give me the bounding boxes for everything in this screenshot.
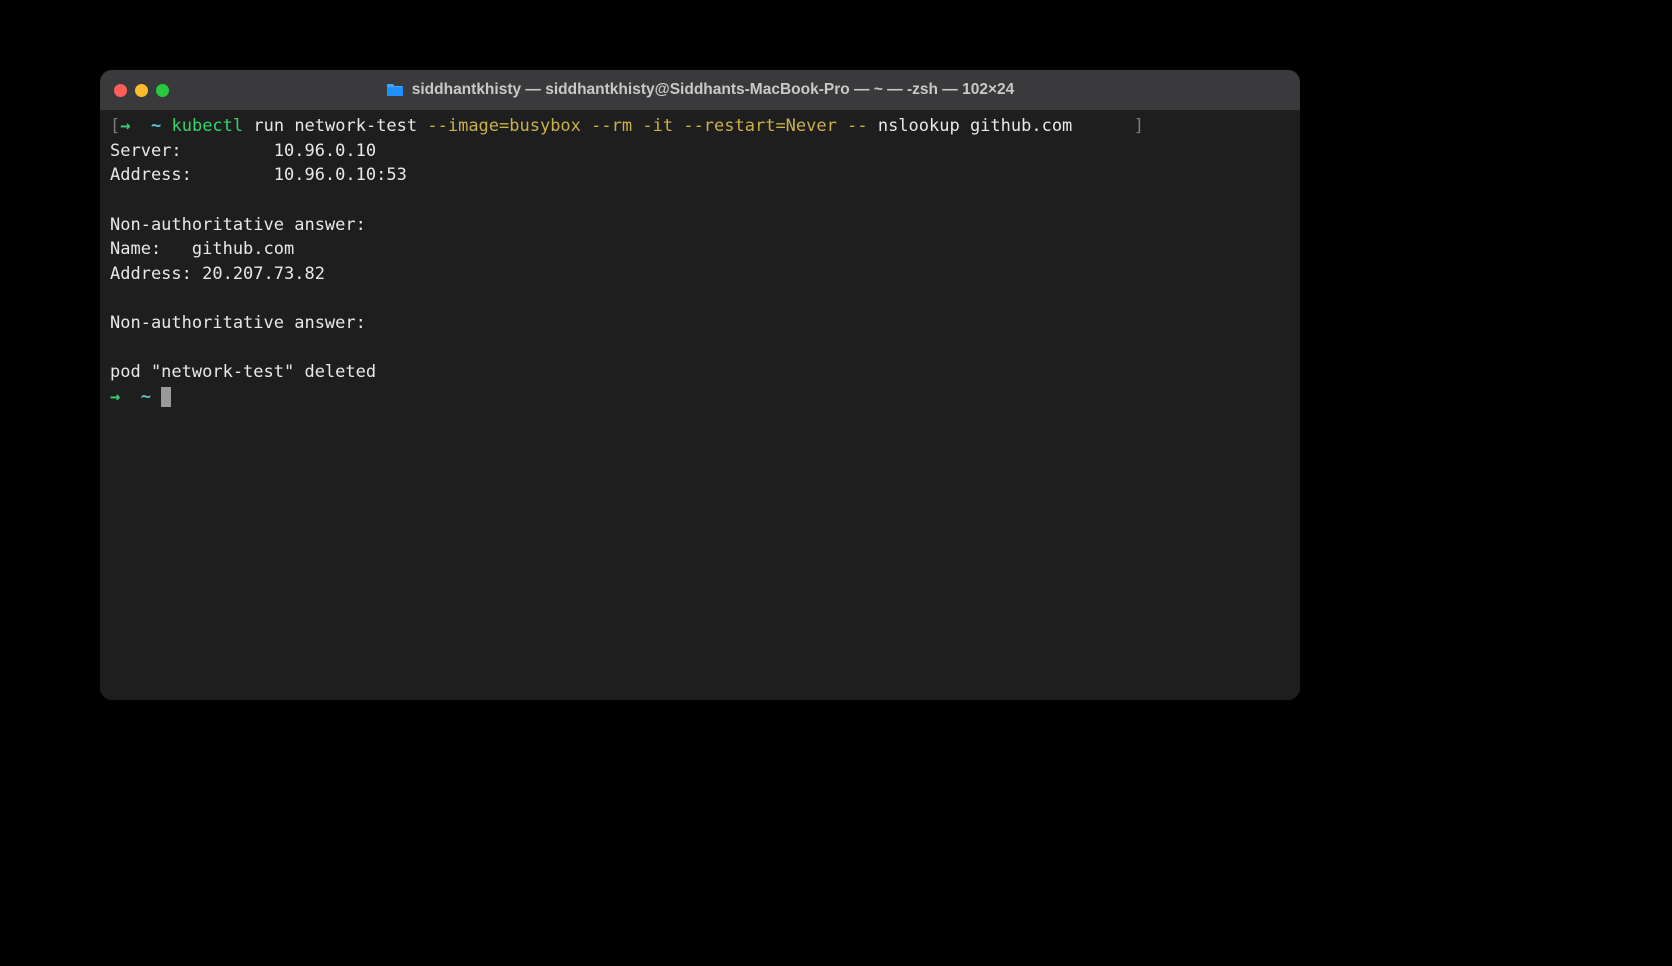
window-title-text: siddhantkhisty — siddhantkhisty@Siddhant… <box>412 81 1015 99</box>
output-nonauth2: Non-authoritative answer: <box>110 313 366 333</box>
flag-image: --image=busybox <box>427 116 581 136</box>
output-deleted: pod "network-test" deleted <box>110 362 376 382</box>
prompt-arrow: → <box>120 116 130 136</box>
output-address2: Address: 20.207.73.82 <box>110 264 325 284</box>
output-name: Name: github.com <box>110 239 294 259</box>
command-post-dash: nslookup github.com <box>868 116 1073 136</box>
flag-rm: --rm <box>591 116 632 136</box>
maximize-icon[interactable] <box>156 84 169 97</box>
window-title: siddhantkhisty — siddhantkhisty@Siddhant… <box>100 81 1300 99</box>
traffic-lights <box>114 84 169 97</box>
prompt2-arrow: → <box>110 387 120 407</box>
prompt-tilde: ~ <box>151 116 161 136</box>
flag-restart: --restart=Never <box>683 116 837 136</box>
prompt2-tilde: ~ <box>141 387 151 407</box>
folder-icon <box>386 83 404 97</box>
command-keyword: kubectl <box>171 116 243 136</box>
output-nonauth1: Non-authoritative answer: <box>110 215 366 235</box>
prompt-bracket-open: [ <box>110 116 120 136</box>
output-server: Server: 10.96.0.10 <box>110 141 376 161</box>
flag-it: -it <box>642 116 673 136</box>
prompt-bracket-close: ] <box>1134 116 1144 136</box>
flag-dashdash: -- <box>847 116 867 136</box>
close-icon[interactable] <box>114 84 127 97</box>
titlebar[interactable]: siddhantkhisty — siddhantkhisty@Siddhant… <box>100 70 1300 110</box>
terminal-body[interactable]: [→ ~ kubectl run network-test --image=bu… <box>100 110 1300 700</box>
output-address1: Address: 10.96.0.10:53 <box>110 165 407 185</box>
minimize-icon[interactable] <box>135 84 148 97</box>
cursor-icon <box>161 387 171 407</box>
terminal-window: siddhantkhisty — siddhantkhisty@Siddhant… <box>100 70 1300 700</box>
command-rest: run network-test <box>243 116 427 136</box>
